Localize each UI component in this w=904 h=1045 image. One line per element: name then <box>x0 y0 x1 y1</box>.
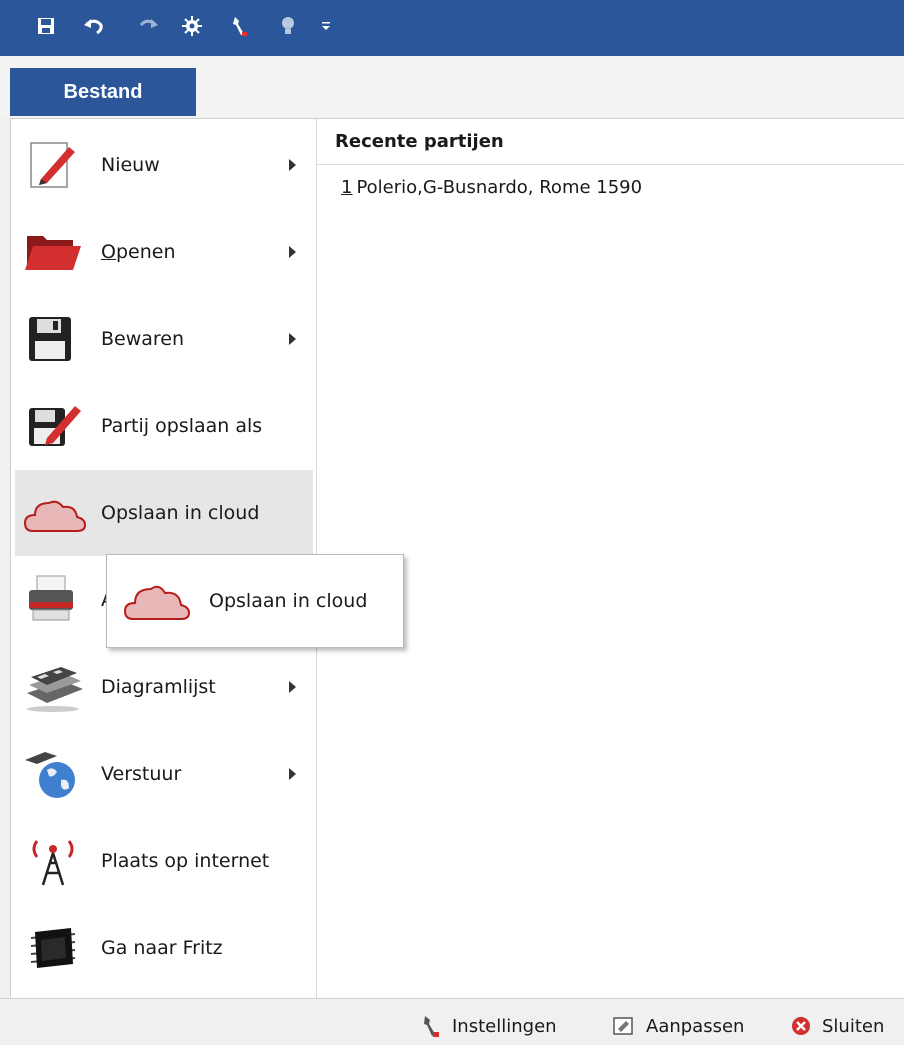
submenu-arrow-icon <box>289 768 296 780</box>
floppy-disk-icon <box>23 311 83 367</box>
close-label: Sluiten <box>822 1015 885 1037</box>
globe-icon <box>23 746 83 802</box>
menu-item-send[interactable]: Verstuur <box>15 731 313 817</box>
wrench-icon[interactable] <box>226 12 254 40</box>
save-icon[interactable] <box>32 12 60 40</box>
tooltip-save-cloud: Opslaan in cloud <box>106 554 404 648</box>
undo-icon[interactable] <box>80 12 108 40</box>
save-as-icon <box>23 398 83 454</box>
folder-icon <box>23 224 83 280</box>
menu-item-label: Diagramlijst <box>101 676 216 698</box>
menu-item-label: Plaats op internet <box>101 850 270 872</box>
status-bar: Instellingen Aanpassen Sluiten <box>0 998 904 1045</box>
submenu-arrow-icon <box>289 333 296 345</box>
cloud-icon <box>123 577 191 627</box>
tab-file[interactable]: Bestand <box>10 68 196 116</box>
lightbulb-icon[interactable] <box>274 12 302 40</box>
recent-game-title: Polerio,G-Busnardo, Rome 1590 <box>356 177 643 198</box>
customize-dropdown-icon[interactable] <box>316 12 336 40</box>
menu-item-go-to-fritz[interactable]: Ga naar Fritz <box>15 905 313 991</box>
recent-games-panel: Recente partijen 1 Polerio,G-Busnardo, Ro… <box>317 119 904 999</box>
submenu-arrow-icon <box>289 246 296 258</box>
menu-item-save-cloud[interactable]: Opslaan in cloud <box>15 470 313 556</box>
menu-item-open[interactable]: Openen <box>15 209 313 295</box>
settings-label: Instellingen <box>452 1015 557 1037</box>
recent-game-item[interactable]: 1 Polerio,G-Busnardo, Rome 1590 <box>341 177 642 198</box>
menu-item-save-as[interactable]: Partij opslaan als <box>15 383 313 469</box>
customize-button[interactable]: Aanpassen <box>612 1013 744 1039</box>
cloud-icon <box>23 485 87 541</box>
new-document-icon <box>23 137 83 193</box>
recent-games-header: Recente partijen <box>335 131 504 152</box>
close-icon <box>792 1017 810 1035</box>
menu-item-save[interactable]: Bewaren <box>15 296 313 382</box>
menu-item-label: Partij opslaan als <box>101 415 263 437</box>
ribbon-tab-row: Bestand <box>0 56 904 118</box>
submenu-arrow-icon <box>289 159 296 171</box>
menu-item-label: Verstuur <box>101 763 182 785</box>
divider <box>317 164 904 165</box>
menu-item-label: Opslaan in cloud <box>101 502 260 524</box>
customize-icon <box>613 1017 633 1035</box>
close-button[interactable]: Sluiten <box>790 1013 884 1039</box>
engine-icon[interactable] <box>178 12 206 40</box>
menu-item-label: Ga naar Fritz <box>101 937 223 959</box>
recent-game-number: 1 <box>341 177 353 198</box>
redo-icon[interactable] <box>134 12 162 40</box>
chip-icon <box>23 920 83 976</box>
wrench-icon <box>424 1016 439 1037</box>
menu-item-label: Nieuw <box>101 154 160 176</box>
antenna-tower-icon <box>23 833 83 889</box>
menu-item-label: Bewaren <box>101 328 185 350</box>
menu-item-new[interactable]: Nieuw <box>15 122 313 208</box>
menu-item-publish-internet[interactable]: Plaats op internet <box>15 818 313 904</box>
quick-access-toolbar <box>0 0 904 56</box>
printer-icon <box>23 572 83 628</box>
chessboard-stack-icon <box>23 659 83 715</box>
customize-label: Aanpassen <box>646 1015 745 1037</box>
settings-button[interactable]: Instellingen <box>422 1013 557 1039</box>
menu-item-diagram-list[interactable]: Diagramlijst <box>15 644 313 730</box>
submenu-arrow-icon <box>289 681 296 693</box>
tooltip-label: Opslaan in cloud <box>209 590 368 612</box>
menu-item-label: Openen <box>101 241 176 263</box>
